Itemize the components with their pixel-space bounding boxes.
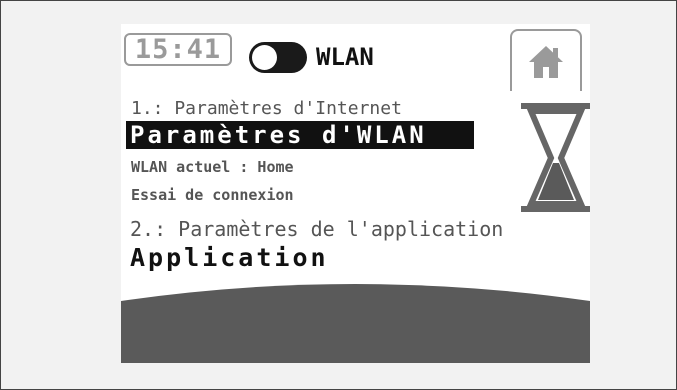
- device-screen: 15:41 WLAN 1.: Paramètres d'Internet Par…: [121, 24, 590, 363]
- clock-display: 15:41: [124, 33, 232, 66]
- application-settings-section-label: 2.: Paramètres de l'application: [130, 217, 504, 241]
- decorative-bottom-band: [121, 284, 590, 363]
- wlan-toggle[interactable]: [249, 42, 307, 73]
- toggle-knob: [252, 45, 277, 70]
- hourglass-icon: [521, 103, 590, 212]
- current-wlan-item[interactable]: WLAN actuel : Home: [131, 157, 294, 177]
- home-button[interactable]: [510, 29, 582, 91]
- wlan-label: WLAN: [316, 43, 374, 71]
- wlan-settings-menu-item[interactable]: Paramètres d'WLAN: [126, 121, 474, 149]
- application-menu-item[interactable]: Application: [130, 243, 329, 273]
- connection-test-item[interactable]: Essai de connexion: [131, 185, 294, 205]
- home-icon: [529, 46, 563, 78]
- internet-settings-section-label: 1.: Paramètres d'Internet: [131, 98, 402, 119]
